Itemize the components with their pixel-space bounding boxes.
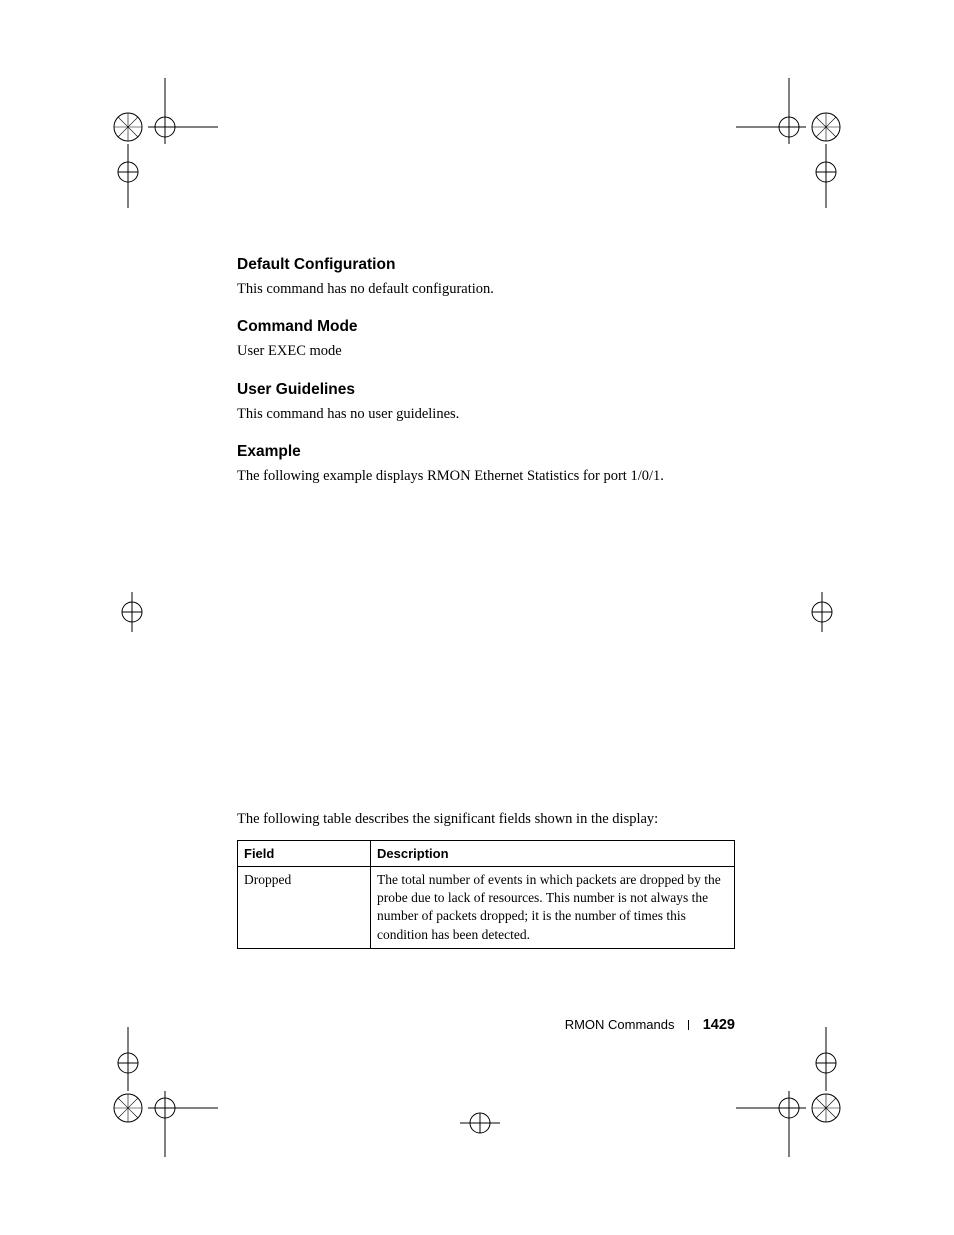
page-footer: RMON Commands 1429 (0, 1016, 735, 1036)
heading-default-configuration: Default Configuration (237, 255, 737, 276)
table-cell-field: Dropped (238, 867, 371, 949)
crop-mark-icon (736, 78, 856, 208)
crop-mark-icon (460, 1103, 500, 1143)
table-header-description: Description (371, 840, 735, 867)
crop-mark-icon (802, 592, 842, 632)
page: Default Configuration This command has n… (0, 0, 954, 1235)
paragraph: This command has no user guidelines. (237, 405, 737, 425)
crop-mark-icon (98, 1027, 218, 1157)
table-row: Dropped The total number of events in wh… (238, 867, 735, 949)
heading-example: Example (237, 442, 737, 463)
crop-mark-icon (112, 592, 152, 632)
table-header-row: Field Description (238, 840, 735, 867)
footer-section: RMON Commands (565, 1017, 675, 1032)
example-output-placeholder (237, 505, 737, 810)
footer-page-number: 1429 (703, 1017, 735, 1033)
paragraph: User EXEC mode (237, 342, 737, 362)
crop-mark-icon (736, 1027, 856, 1157)
paragraph: The following example displays RMON Ethe… (237, 467, 737, 487)
footer-separator (688, 1020, 689, 1030)
fields-table: Field Description Dropped The total numb… (237, 840, 735, 949)
heading-user-guidelines: User Guidelines (237, 380, 737, 401)
table-header-field: Field (238, 840, 371, 867)
crop-mark-icon (98, 78, 218, 208)
body-content: Default Configuration This command has n… (237, 255, 737, 949)
table-intro: The following table describes the signif… (237, 810, 737, 830)
heading-command-mode: Command Mode (237, 317, 737, 338)
paragraph: This command has no default configuratio… (237, 280, 737, 300)
table-cell-description: The total number of events in which pack… (371, 867, 735, 949)
